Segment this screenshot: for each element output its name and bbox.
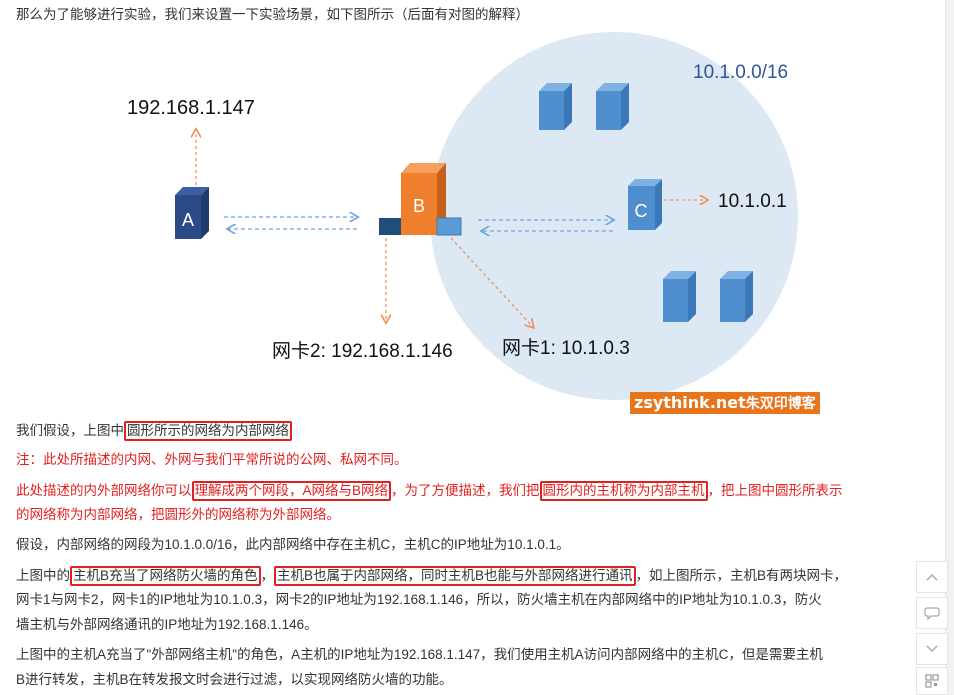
host-c: C	[628, 179, 662, 230]
note-2: 此处描述的内外部网络你可以 理解成两个网段，A网络与B网络 ，为了方便描述，我们把圆…	[16, 481, 843, 501]
watermark-site: zsythink.net	[634, 393, 746, 412]
text: 我们假设，上图中	[16, 423, 124, 438]
text: ，如上图所示，主机B有两块网卡，	[635, 568, 848, 583]
nic1	[436, 217, 462, 236]
paragraph-firewall-line-2: 网卡1与网卡2，网卡1的IP地址为10.1.0.3，网卡2的IP地址为192.1…	[16, 592, 822, 607]
text: 此处描述的内外部网络你可以	[16, 483, 192, 498]
chevron-up-icon[interactable]	[916, 561, 948, 593]
text: ，为了方便描述，我们把	[391, 483, 540, 498]
paragraph-assumption: 我们假设，上图中 圆形所示的网络为内部网络	[16, 421, 292, 441]
paragraph-firewall: 上图中的 主机B充当了网络防火墙的角色，主机B也属于内部网络，同时主机B也能与外部…	[16, 566, 847, 586]
internal-host	[596, 83, 629, 130]
highlight-box: 圆形内的主机称为内部主机	[539, 481, 708, 501]
text: ，	[260, 568, 275, 583]
host-a-ip: 192.168.1.147	[127, 97, 255, 119]
comment-icon[interactable]	[916, 597, 948, 629]
internal-host	[663, 271, 696, 322]
paragraph-host-a: 上图中的主机A充当了"外部网络主机"的角色，A主机的IP地址为192.168.1…	[16, 647, 823, 662]
host-c-ip: 10.1.0.1	[718, 191, 787, 212]
subnet-label: 10.1.0.0/16	[693, 62, 788, 83]
note-2-line-2: 的网络称为内部网络，把圆形外的网络称为外部网络。	[16, 507, 340, 522]
highlight-box: 圆形所示的网络为内部网络	[124, 421, 292, 441]
chevron-down-icon[interactable]	[916, 633, 948, 665]
internal-host	[720, 271, 753, 322]
watermark-blog: 朱双印博客	[745, 396, 816, 412]
network-diagram: 10.1.0.0/16 A 192.168.1.147 B 网卡2: 192.1…	[127, 32, 798, 400]
host-b-label: B	[413, 196, 425, 216]
paragraph-subnet: 假设，内部网络的网段为10.1.0.0/16，此内部网络中存在主机C，主机C的I…	[16, 537, 570, 552]
text: ，把上图中圆形所表示	[707, 483, 843, 498]
host-a: A	[175, 187, 209, 239]
nic2	[379, 218, 401, 235]
nic2-label: 网卡2: 192.168.1.146	[272, 340, 453, 362]
text: 上图中的	[16, 568, 70, 583]
paragraph-host-a-line-2: B进行转发，主机B在转发报文时会进行过滤，以实现网络防火墙的功能。	[16, 672, 453, 687]
highlight-box: 理解成两个网段，A网络与B网络	[191, 481, 392, 501]
paragraph-firewall-line-3: 墙主机与外部网络通讯的IP地址为192.168.1.146。	[16, 617, 318, 632]
internal-host	[539, 83, 572, 130]
host-a-label: A	[182, 210, 194, 230]
note-1: 注：此处所描述的内网、外网与我们平常所说的公网、私网不同。	[16, 452, 408, 467]
highlight-box: 主机B充当了网络防火墙的角色	[70, 566, 261, 586]
nic1-label: 网卡1: 10.1.0.3	[502, 337, 630, 359]
host-c-label: C	[635, 201, 648, 221]
highlight-box: 主机B也属于内部网络，同时主机B也能与外部网络进行通讯	[274, 566, 636, 586]
intro-text: 那么为了能够进行实验，我们来设置一下实验场景，如下图所示（后面有对图的解释）	[16, 7, 529, 22]
qr-code-icon[interactable]	[916, 667, 948, 695]
watermark: zsythink.net朱双印博客	[630, 392, 820, 414]
